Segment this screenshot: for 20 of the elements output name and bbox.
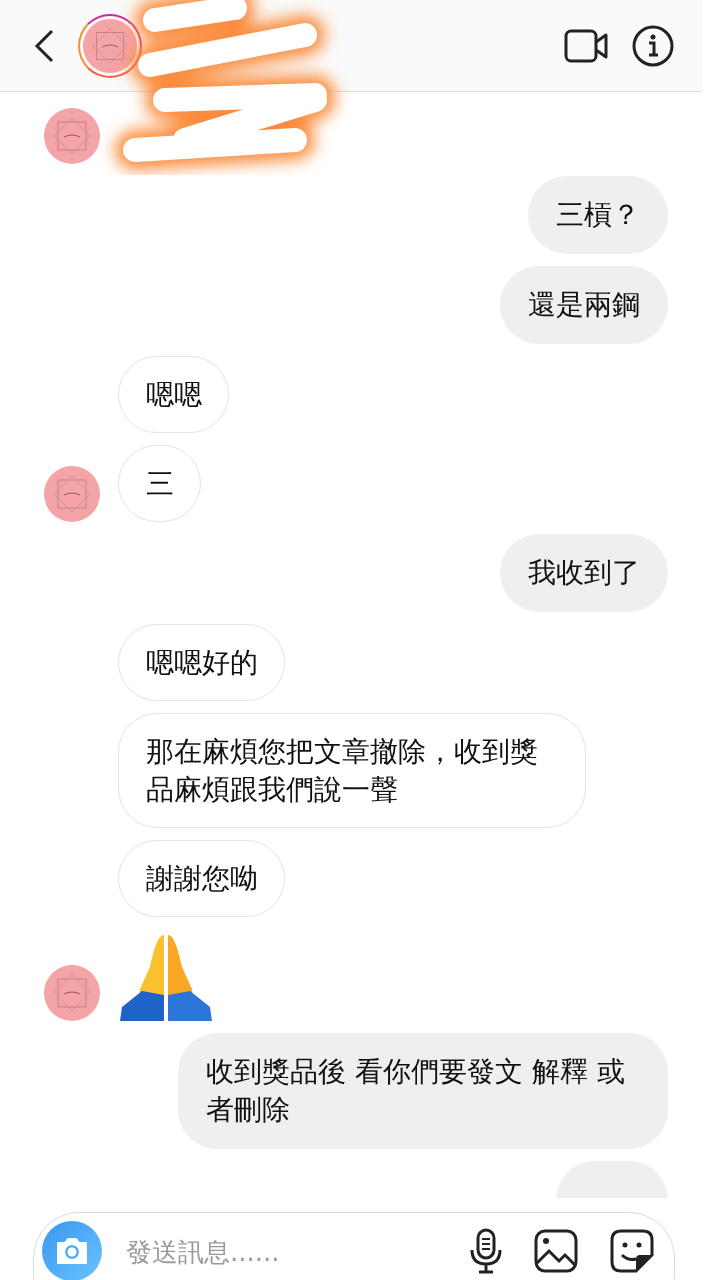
message-input[interactable]: 發送訊息...... (124, 1221, 448, 1280)
info-icon[interactable] (632, 24, 674, 67)
camera-button[interactable] (42, 1221, 102, 1280)
message-bubble: 謝謝您呦 (118, 840, 285, 917)
message-composer[interactable]: 發送訊息...... (33, 1212, 675, 1280)
message-bubble: 嗯嗯好的 (118, 624, 285, 701)
microphone-icon[interactable] (470, 1228, 502, 1274)
avatar[interactable] (78, 13, 142, 78)
message-bubble: 三槓？ (528, 176, 668, 254)
back-icon[interactable] (34, 28, 54, 63)
image-icon[interactable] (534, 1229, 578, 1273)
message-bubble: 還是兩鋼 (500, 266, 668, 344)
message-bubble: 我收到了 (500, 534, 668, 612)
message-bubble: 三 (118, 445, 201, 522)
camera-icon (55, 1237, 89, 1265)
message-bubble: 嗯嗯 (118, 356, 229, 433)
message-bubble: 收到獎品後 看你們要發文 解釋 或者刪除 (178, 1033, 668, 1149)
message-bubble: 那在麻煩您把文章撤除，收到獎品麻煩跟我們說一聲 (118, 713, 586, 828)
sticker-icon[interactable] (610, 1229, 654, 1273)
video-camera-icon[interactable] (564, 28, 608, 63)
